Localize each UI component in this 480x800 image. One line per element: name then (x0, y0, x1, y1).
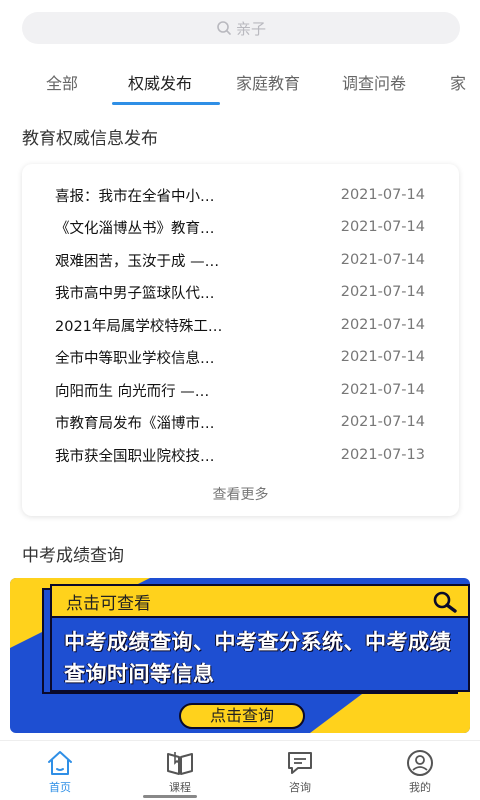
news-title: 我市获全国职业院校技… (55, 448, 215, 465)
news-item[interactable]: 全市中等职业学校信息… 2021-07-14 (55, 346, 425, 368)
news-title: 向阳而生 向光而行 —… (55, 383, 210, 400)
news-date: 2021-07-14 (340, 284, 425, 300)
news-item[interactable]: 我市高中男子篮球队代… 2021-07-14 (55, 281, 425, 303)
news-card: 喜报：我市在全省中小… 2021-07-14 《文化淄博丛书》教育… 2021-… (22, 164, 459, 516)
chat-icon (288, 752, 312, 774)
nav-courses[interactable]: 课程 (145, 749, 215, 795)
tab-official-release[interactable]: 权威发布 (128, 70, 192, 94)
nav-consult-label: 咨询 (289, 781, 311, 794)
news-item[interactable]: 喜报：我市在全省中小… 2021-07-14 (55, 184, 425, 206)
news-date: 2021-07-13 (340, 447, 425, 463)
category-tabs: 全部 权威发布 家庭教育 调查问卷 家 (0, 64, 480, 106)
bottom-nav: 首页 课程 咨询 我的 (0, 740, 480, 800)
news-date: 2021-07-14 (340, 382, 425, 398)
news-title: 喜报：我市在全省中小… (55, 188, 215, 205)
search-bar[interactable]: 亲子 (22, 12, 460, 44)
news-item[interactable]: 2021年局属学校特殊工… 2021-07-14 (55, 314, 425, 336)
news-title: 全市中等职业学校信息… (55, 350, 215, 367)
tab-family-education[interactable]: 家庭教育 (236, 70, 300, 94)
news-date: 2021-07-14 (340, 349, 425, 365)
news-date: 2021-07-14 (340, 317, 425, 333)
news-section-title: 教育权威信息发布 (22, 129, 158, 149)
user-icon (407, 750, 433, 776)
search-icon (217, 21, 231, 35)
nav-home[interactable]: 首页 (25, 749, 95, 795)
banner-header: 点击可查看 (52, 586, 468, 618)
view-more-link[interactable]: 查看更多 (22, 484, 459, 504)
news-item[interactable]: 艰难困苦，玉汝于成 —… 2021-07-14 (55, 249, 425, 271)
home-icon (48, 751, 72, 775)
nav-courses-label: 课程 (169, 781, 191, 794)
nav-mine-label: 我的 (409, 781, 431, 794)
nav-consult[interactable]: 咨询 (265, 749, 335, 795)
news-date: 2021-07-14 (340, 414, 425, 430)
book-icon (167, 752, 193, 775)
tab-all[interactable]: 全部 (46, 70, 78, 94)
tab-survey[interactable]: 调查问卷 (342, 70, 406, 94)
news-title: 2021年局属学校特殊工… (55, 318, 223, 335)
news-item[interactable]: 市教育局发布《淄博市… 2021-07-14 (55, 411, 425, 433)
home-indicator-bar (143, 795, 197, 798)
news-date: 2021-07-14 (340, 187, 425, 203)
score-section-title: 中考成绩查询 (22, 546, 124, 566)
banner-frame: 点击可查看 中考成绩查询、中考查分系统、中考成绩查询时间等信息 (50, 584, 470, 692)
banner-main-text: 中考成绩查询、中考查分系统、中考成绩查询时间等信息 (64, 630, 451, 686)
query-button[interactable]: 点击查询 (179, 703, 305, 729)
score-query-banner[interactable]: 点击可查看 中考成绩查询、中考查分系统、中考成绩查询时间等信息 点击查询 (10, 578, 470, 733)
search-placeholder: 亲子 (235, 19, 266, 38)
magnifier-icon (433, 591, 457, 613)
nav-mine[interactable]: 我的 (385, 749, 455, 795)
active-tab-indicator (112, 102, 220, 105)
tab-more-partial[interactable]: 家 (450, 70, 466, 94)
banner-header-text: 点击可查看 (66, 593, 151, 614)
nav-home-label: 首页 (49, 781, 71, 794)
news-date: 2021-07-14 (340, 252, 425, 268)
news-title: 市教育局发布《淄博市… (55, 415, 215, 432)
news-item[interactable]: 《文化淄博丛书》教育… 2021-07-14 (55, 216, 425, 238)
news-title: 艰难困苦，玉汝于成 —… (55, 253, 220, 270)
news-item[interactable]: 我市获全国职业院校技… 2021-07-13 (55, 444, 425, 466)
news-item[interactable]: 向阳而生 向光而行 —… 2021-07-14 (55, 379, 425, 401)
news-title: 我市高中男子篮球队代… (55, 285, 215, 302)
news-title: 《文化淄博丛书》教育… (55, 220, 215, 237)
news-date: 2021-07-14 (340, 219, 425, 235)
